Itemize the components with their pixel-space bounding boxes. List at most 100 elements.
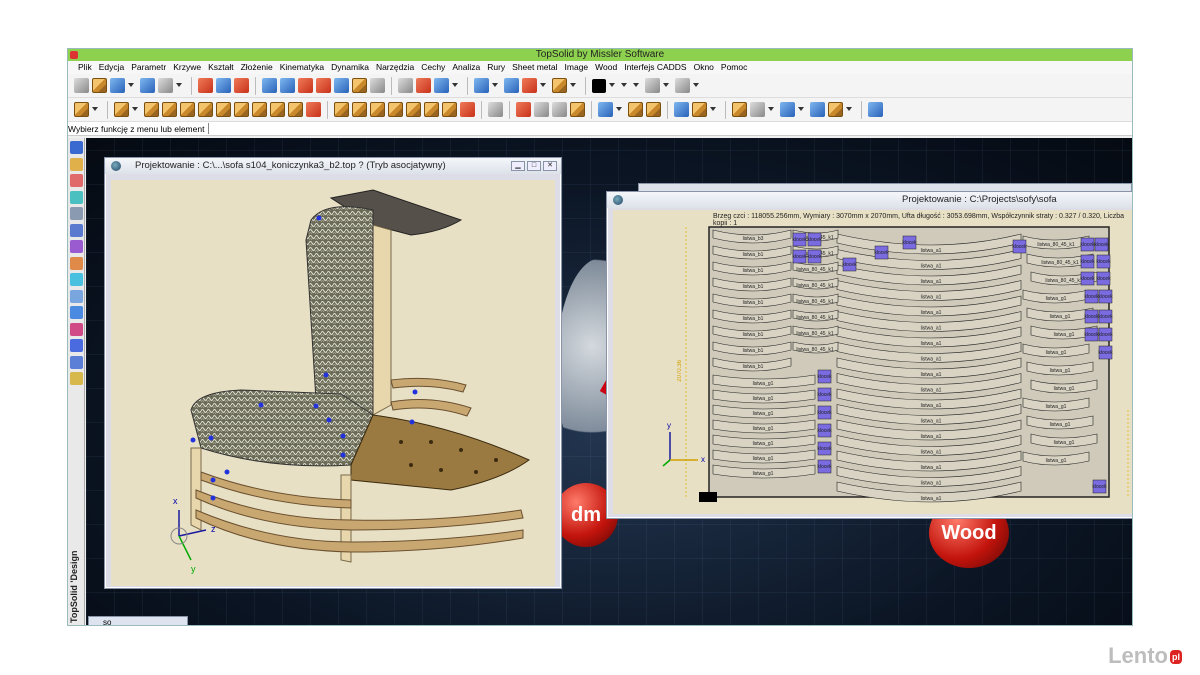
minimize-button[interactable]: ▁: [511, 161, 525, 171]
toolbar-red-icon[interactable]: [522, 78, 537, 93]
dropdown-arrow-icon[interactable]: [693, 82, 699, 89]
toolbar-cube-icon[interactable]: [646, 102, 661, 117]
toolbar-cube-icon[interactable]: [692, 102, 707, 117]
toolbar-blk-icon[interactable]: [592, 78, 606, 93]
toolbar-red-icon[interactable]: [416, 78, 431, 93]
toolbar-blue-icon[interactable]: [598, 102, 613, 117]
left-tool-icon-3[interactable]: [70, 322, 83, 336]
toolbar-gray-icon[interactable]: [370, 78, 385, 93]
toolbar-blue-icon[interactable]: [868, 102, 883, 117]
prompt-input[interactable]: [208, 123, 1068, 134]
menu-item-0[interactable]: Plik: [78, 61, 92, 74]
toolbar-gray-icon[interactable]: [398, 78, 413, 93]
toolbar-cube-icon[interactable]: [406, 102, 421, 117]
menu-item-12[interactable]: Sheet metal: [512, 61, 557, 74]
window-titlebar[interactable]: Projektowanie : C:\Projects\sofy\sofa s1…: [607, 192, 1132, 221]
design-window-nesting[interactable]: Projektowanie : C:\Projects\sofy\sofa s1…: [606, 191, 1132, 519]
toolbar-cube-icon[interactable]: [334, 102, 349, 117]
toolbar-red-icon[interactable]: [316, 78, 331, 93]
left-tool-icon-13[interactable]: [70, 157, 83, 171]
toolbar-cube-icon[interactable]: [144, 102, 159, 117]
dropdown-arrow-icon[interactable]: [768, 106, 774, 113]
dropdown-arrow-icon[interactable]: [492, 82, 498, 89]
dropdown-arrow-icon[interactable]: [710, 106, 716, 113]
toolbar-blue-icon[interactable]: [780, 102, 795, 117]
left-tool-icon-8[interactable]: [70, 240, 83, 253]
toolbar-blue-icon[interactable]: [216, 78, 231, 93]
left-tool-icon-5[interactable]: [70, 289, 83, 303]
toolbar-blue-icon[interactable]: [280, 78, 295, 93]
toolbar-cube-icon[interactable]: [180, 102, 195, 117]
toolbar-cube-icon[interactable]: [74, 102, 89, 117]
toolbar-gray-icon[interactable]: [645, 78, 660, 93]
left-tool-icon-2[interactable]: [70, 339, 83, 352]
left-tool-icon-6[interactable]: [70, 273, 83, 286]
left-tool-icon-12[interactable]: [70, 174, 83, 187]
left-tool-icon-9[interactable]: [70, 223, 83, 237]
menu-item-11[interactable]: Rury: [487, 61, 505, 74]
toolbar-blue-icon[interactable]: [674, 102, 689, 117]
toolbar-cube-icon[interactable]: [352, 102, 367, 117]
dropdown-arrow-icon[interactable]: [452, 82, 458, 89]
dropdown-arrow-icon[interactable]: [846, 106, 852, 113]
minimized-window[interactable]: so: [88, 616, 188, 625]
toolbar-cube-icon[interactable]: [732, 102, 747, 117]
toolbar-gray-icon[interactable]: [552, 102, 567, 117]
toolbar-blue-icon[interactable]: [504, 78, 519, 93]
toolbar-gray-icon[interactable]: [74, 78, 89, 93]
close-button[interactable]: ✕: [543, 161, 557, 171]
dropdown-arrow-icon[interactable]: [570, 82, 576, 89]
toolbar-blue-icon[interactable]: [434, 78, 449, 93]
toolbar-blue-icon[interactable]: [334, 78, 349, 93]
menu-item-7[interactable]: Dynamika: [331, 61, 369, 74]
menu-item-8[interactable]: Narzędzia: [376, 61, 414, 74]
toolbar-blue-icon[interactable]: [474, 78, 489, 93]
toolbar-red-icon[interactable]: [198, 78, 213, 93]
menu-item-9[interactable]: Cechy: [421, 61, 445, 74]
toolbar-cube-icon[interactable]: [198, 102, 213, 117]
dropdown-arrow-icon[interactable]: [609, 82, 615, 89]
dropdown-arrow-icon[interactable]: [92, 106, 98, 113]
dropdown-arrow-icon[interactable]: [616, 106, 622, 113]
menu-item-13[interactable]: Image: [565, 61, 589, 74]
toolbar-cube-icon[interactable]: [114, 102, 129, 117]
menu-item-6[interactable]: Kinematyka: [280, 61, 324, 74]
menu-item-2[interactable]: Parametr: [131, 61, 166, 74]
toolbar-cube-icon[interactable]: [162, 102, 177, 117]
dropdown-arrow-icon[interactable]: [621, 82, 627, 89]
nesting-viewport[interactable]: Brzeg czci : 118055.256mm, Wymiary : 307…: [613, 210, 1132, 514]
toolbar-cube-icon[interactable]: [442, 102, 457, 117]
dropdown-arrow-icon[interactable]: [540, 82, 546, 89]
left-tool-icon-11[interactable]: [70, 190, 83, 204]
dropdown-arrow-icon[interactable]: [132, 106, 138, 113]
dropdown-arrow-icon[interactable]: [128, 82, 134, 89]
toolbar-cube-icon[interactable]: [370, 102, 385, 117]
toolbar-gray-icon[interactable]: [158, 78, 173, 93]
toolbar-blue-icon[interactable]: [262, 78, 277, 93]
app-icon[interactable]: [70, 51, 78, 59]
left-tool-icon-10[interactable]: [70, 207, 83, 220]
toolbar-cube-icon[interactable]: [424, 102, 439, 117]
maximize-button[interactable]: □: [527, 161, 541, 171]
window-titlebar[interactable]: Projektowanie : C:\...\sofa s104_koniczy…: [105, 158, 561, 174]
left-tool-icon-7[interactable]: [70, 256, 83, 270]
toolbar-cube-icon[interactable]: [252, 102, 267, 117]
menu-item-3[interactable]: Krzywe: [173, 61, 201, 74]
toolbar-cube-icon[interactable]: [288, 102, 303, 117]
toolbar-red-icon[interactable]: [298, 78, 313, 93]
menu-item-15[interactable]: Interfejs CADDS: [624, 61, 686, 74]
menu-item-17[interactable]: Pomoc: [721, 61, 747, 74]
menu-item-14[interactable]: Wood: [595, 61, 617, 74]
dropdown-arrow-icon[interactable]: [633, 82, 639, 89]
left-tool-icon-14[interactable]: [70, 141, 83, 154]
dropdown-arrow-icon[interactable]: [176, 82, 182, 89]
toolbar-cube-icon[interactable]: [92, 78, 107, 93]
toolbar-blue-icon[interactable]: [810, 102, 825, 117]
menu-item-10[interactable]: Analiza: [452, 61, 480, 74]
design-window-sofa[interactable]: Projektowanie : C:\...\sofa s104_koniczy…: [104, 157, 562, 589]
left-tool-icon-4[interactable]: [70, 306, 83, 319]
toolbar-cube-icon[interactable]: [216, 102, 231, 117]
toolbar-red-icon[interactable]: [234, 78, 249, 93]
toolbar-gray-icon[interactable]: [488, 102, 503, 117]
toolbar-blue-icon[interactable]: [110, 78, 125, 93]
